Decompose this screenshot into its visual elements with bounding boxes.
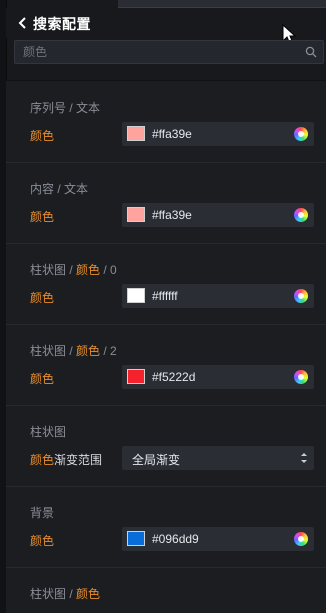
color-label: 颜色 bbox=[30, 534, 55, 548]
search-icon[interactable] bbox=[305, 46, 317, 58]
config-section-bar-gradient: 柱状图 颜色渐变范围 全局渐变 bbox=[6, 406, 326, 487]
section-title: 柱状图 bbox=[30, 425, 67, 439]
color-wheel-icon[interactable] bbox=[294, 127, 308, 141]
config-section-serial-text: 序列号 / 文本 颜色 #ffa39e bbox=[6, 82, 326, 163]
color-label: 颜色 bbox=[30, 210, 55, 224]
section-title: 背景 bbox=[30, 506, 55, 520]
color-swatch[interactable] bbox=[127, 207, 145, 222]
section-title: 内容 / 文本 bbox=[30, 182, 89, 196]
color-hex-value[interactable]: #ffa39e bbox=[152, 208, 192, 222]
color-picker-field[interactable]: #ffa39e bbox=[122, 203, 314, 227]
config-section-content-text: 内容 / 文本 颜色 #ffa39e bbox=[6, 163, 326, 244]
section-title: 柱状图 / 颜色 / 2 bbox=[30, 344, 117, 358]
top-tab-strip bbox=[118, 0, 326, 8]
updown-arrow-icon[interactable] bbox=[300, 451, 308, 465]
back-arrow-icon[interactable] bbox=[16, 16, 30, 30]
search-input[interactable] bbox=[23, 43, 303, 61]
search-box[interactable] bbox=[14, 40, 324, 64]
color-hex-value[interactable]: #ffa39e bbox=[152, 127, 192, 141]
panel-header: 搜索配置 bbox=[6, 8, 326, 38]
section-title: 柱状图 / 颜色 bbox=[30, 587, 101, 601]
color-label: 颜色 bbox=[30, 372, 55, 386]
color-hex-value[interactable]: #f5222d bbox=[152, 370, 195, 384]
color-wheel-icon[interactable] bbox=[294, 532, 308, 546]
color-swatch[interactable] bbox=[127, 369, 145, 384]
color-picker-field[interactable]: #096dd9 bbox=[122, 527, 314, 551]
color-hex-value[interactable]: #ffffff bbox=[152, 289, 178, 303]
section-title: 柱状图 / 颜色 / 0 bbox=[30, 263, 117, 277]
color-wheel-icon[interactable] bbox=[294, 370, 308, 384]
color-label: 颜色 bbox=[30, 129, 55, 143]
color-hex-value[interactable]: #096dd9 bbox=[152, 532, 199, 546]
config-section-bar-color-2: 柱状图 / 颜色 / 2 颜色 #f5222d bbox=[6, 325, 326, 406]
color-wheel-icon[interactable] bbox=[294, 289, 308, 303]
color-swatch[interactable] bbox=[127, 531, 145, 546]
color-picker-field[interactable]: #ffa39e bbox=[122, 122, 314, 146]
section-title: 序列号 / 文本 bbox=[30, 101, 101, 115]
config-section-bar-color: 柱状图 / 颜色 bbox=[6, 568, 326, 613]
color-label: 颜色 bbox=[30, 291, 55, 305]
gradient-range-label: 颜色渐变范围 bbox=[30, 453, 103, 467]
color-picker-field[interactable]: #f5222d bbox=[122, 365, 314, 389]
color-picker-field[interactable]: #ffffff bbox=[122, 284, 314, 308]
page-title: 搜索配置 bbox=[33, 16, 91, 32]
color-wheel-icon[interactable] bbox=[294, 208, 308, 222]
divider bbox=[6, 80, 326, 81]
select-value[interactable]: 全局渐变 bbox=[132, 451, 180, 468]
color-swatch[interactable] bbox=[127, 288, 145, 303]
config-section-background: 背景 颜色 #096dd9 bbox=[6, 487, 326, 568]
gradient-range-select[interactable]: 全局渐变 bbox=[122, 446, 314, 470]
color-swatch[interactable] bbox=[127, 126, 145, 141]
config-section-bar-color-0: 柱状图 / 颜色 / 0 颜色 #ffffff bbox=[6, 244, 326, 325]
